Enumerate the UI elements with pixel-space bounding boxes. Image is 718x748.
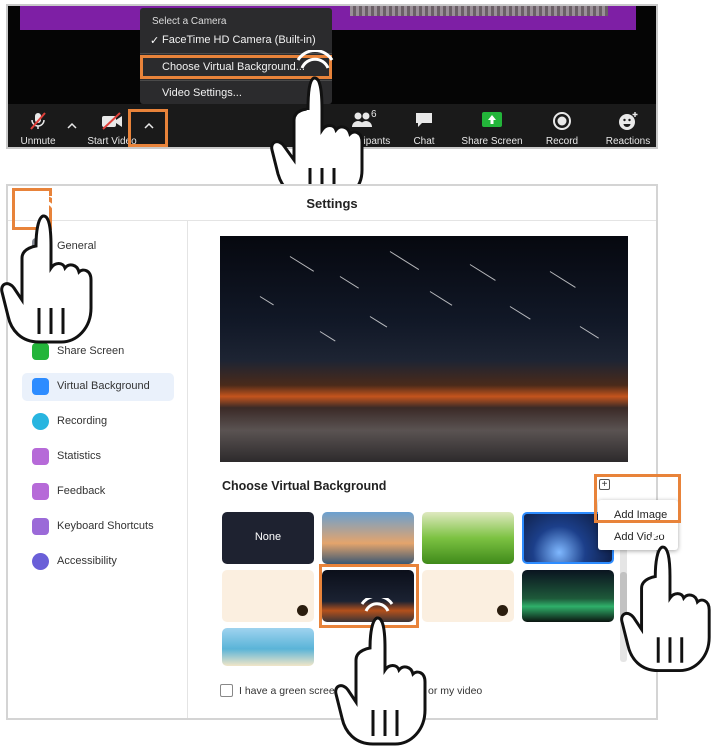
camera-option-facetime[interactable]: FaceTime HD Camera (Built-in)	[162, 34, 316, 46]
sidebar-item-label: Accessibility	[57, 555, 117, 567]
chat-icon	[416, 113, 432, 127]
thumbnail-aurora[interactable]	[522, 570, 614, 622]
mirror-video-label: or my video	[428, 685, 483, 697]
unmute-button[interactable]: Unmute	[10, 104, 66, 147]
chat-button[interactable]: Chat	[400, 104, 448, 147]
thumbnail-paper-2[interactable]	[422, 570, 514, 622]
background-preview	[220, 236, 628, 462]
sidebar-item-recording[interactable]: Recording	[22, 408, 174, 436]
pointing-hand-icon	[334, 598, 427, 746]
reactions-button[interactable]: Reactions	[600, 104, 656, 147]
audio-options-chevron[interactable]	[62, 104, 82, 147]
sidebar-item-label: Keyboard Shortcuts	[57, 520, 154, 532]
video-badge-icon	[497, 605, 508, 616]
reactions-label: Reactions	[605, 136, 651, 147]
record-button[interactable]: Record	[536, 104, 588, 147]
chevron-up-icon	[67, 122, 77, 129]
pointing-hand-icon	[0, 196, 93, 344]
checkmark-icon: ✓	[150, 35, 160, 47]
sidebar-item-statistics[interactable]: Statistics	[22, 443, 174, 471]
camera-off-icon	[102, 112, 122, 130]
thumbnail-grass[interactable]	[422, 512, 514, 564]
chat-label: Chat	[413, 136, 435, 147]
sidebar-item-label: Virtual Background	[57, 380, 150, 392]
thumbnail-none[interactable]: None	[222, 512, 314, 564]
settings-window: Settings General Share Screen Virtual Ba…	[6, 184, 681, 720]
sidebar-item-label: Statistics	[57, 450, 102, 462]
keyboard-icon	[32, 518, 49, 535]
unmute-label: Unmute	[20, 136, 56, 147]
reactions-icon	[619, 112, 638, 130]
person-icon	[32, 378, 49, 395]
pointing-hand-icon	[270, 50, 364, 200]
green-screen-checkbox[interactable]	[220, 684, 233, 697]
pointing-hand-icon	[620, 526, 711, 673]
add-image-highlight	[594, 474, 681, 523]
sidebar-item-label: Share Screen	[57, 345, 125, 357]
share-screen-label: Share Screen	[461, 136, 523, 147]
thumbnail-golden-gate[interactable]	[322, 512, 414, 564]
thumbnail-paper[interactable]	[222, 570, 314, 622]
video-thumbnail	[350, 6, 608, 16]
settings-title: Settings	[306, 196, 358, 211]
choose-virtual-background-title: Choose Virtual Background	[222, 479, 387, 493]
sidebar-item-virtual-background[interactable]: Virtual Background	[22, 373, 174, 401]
sidebar-item-label: Feedback	[57, 485, 106, 497]
bar-chart-icon	[32, 448, 49, 465]
video-options-highlight	[128, 109, 168, 147]
thumbnail-beach[interactable]	[222, 628, 314, 666]
sidebar-item-label: Recording	[57, 415, 108, 427]
none-label: None	[254, 531, 282, 543]
share-screen-icon	[482, 112, 502, 127]
sidebar-item-keyboard-shortcuts[interactable]: Keyboard Shortcuts	[22, 513, 174, 541]
smiley-icon	[32, 483, 49, 500]
record-icon	[32, 413, 49, 430]
microphone-muted-icon	[30, 112, 46, 130]
video-badge-icon	[297, 605, 308, 616]
camera-menu-header: Select a Camera	[152, 16, 227, 27]
video-settings-item[interactable]: Video Settings...	[162, 87, 242, 99]
sidebar-item-accessibility[interactable]: Accessibility	[22, 548, 174, 576]
sidebar-item-feedback[interactable]: Feedback	[22, 478, 174, 506]
record-icon	[553, 112, 571, 130]
green-screen-label: I have a green screen	[239, 685, 341, 697]
share-screen-button[interactable]: Share Screen	[460, 104, 524, 147]
record-label: Record	[545, 136, 579, 147]
accessibility-icon	[32, 553, 49, 570]
